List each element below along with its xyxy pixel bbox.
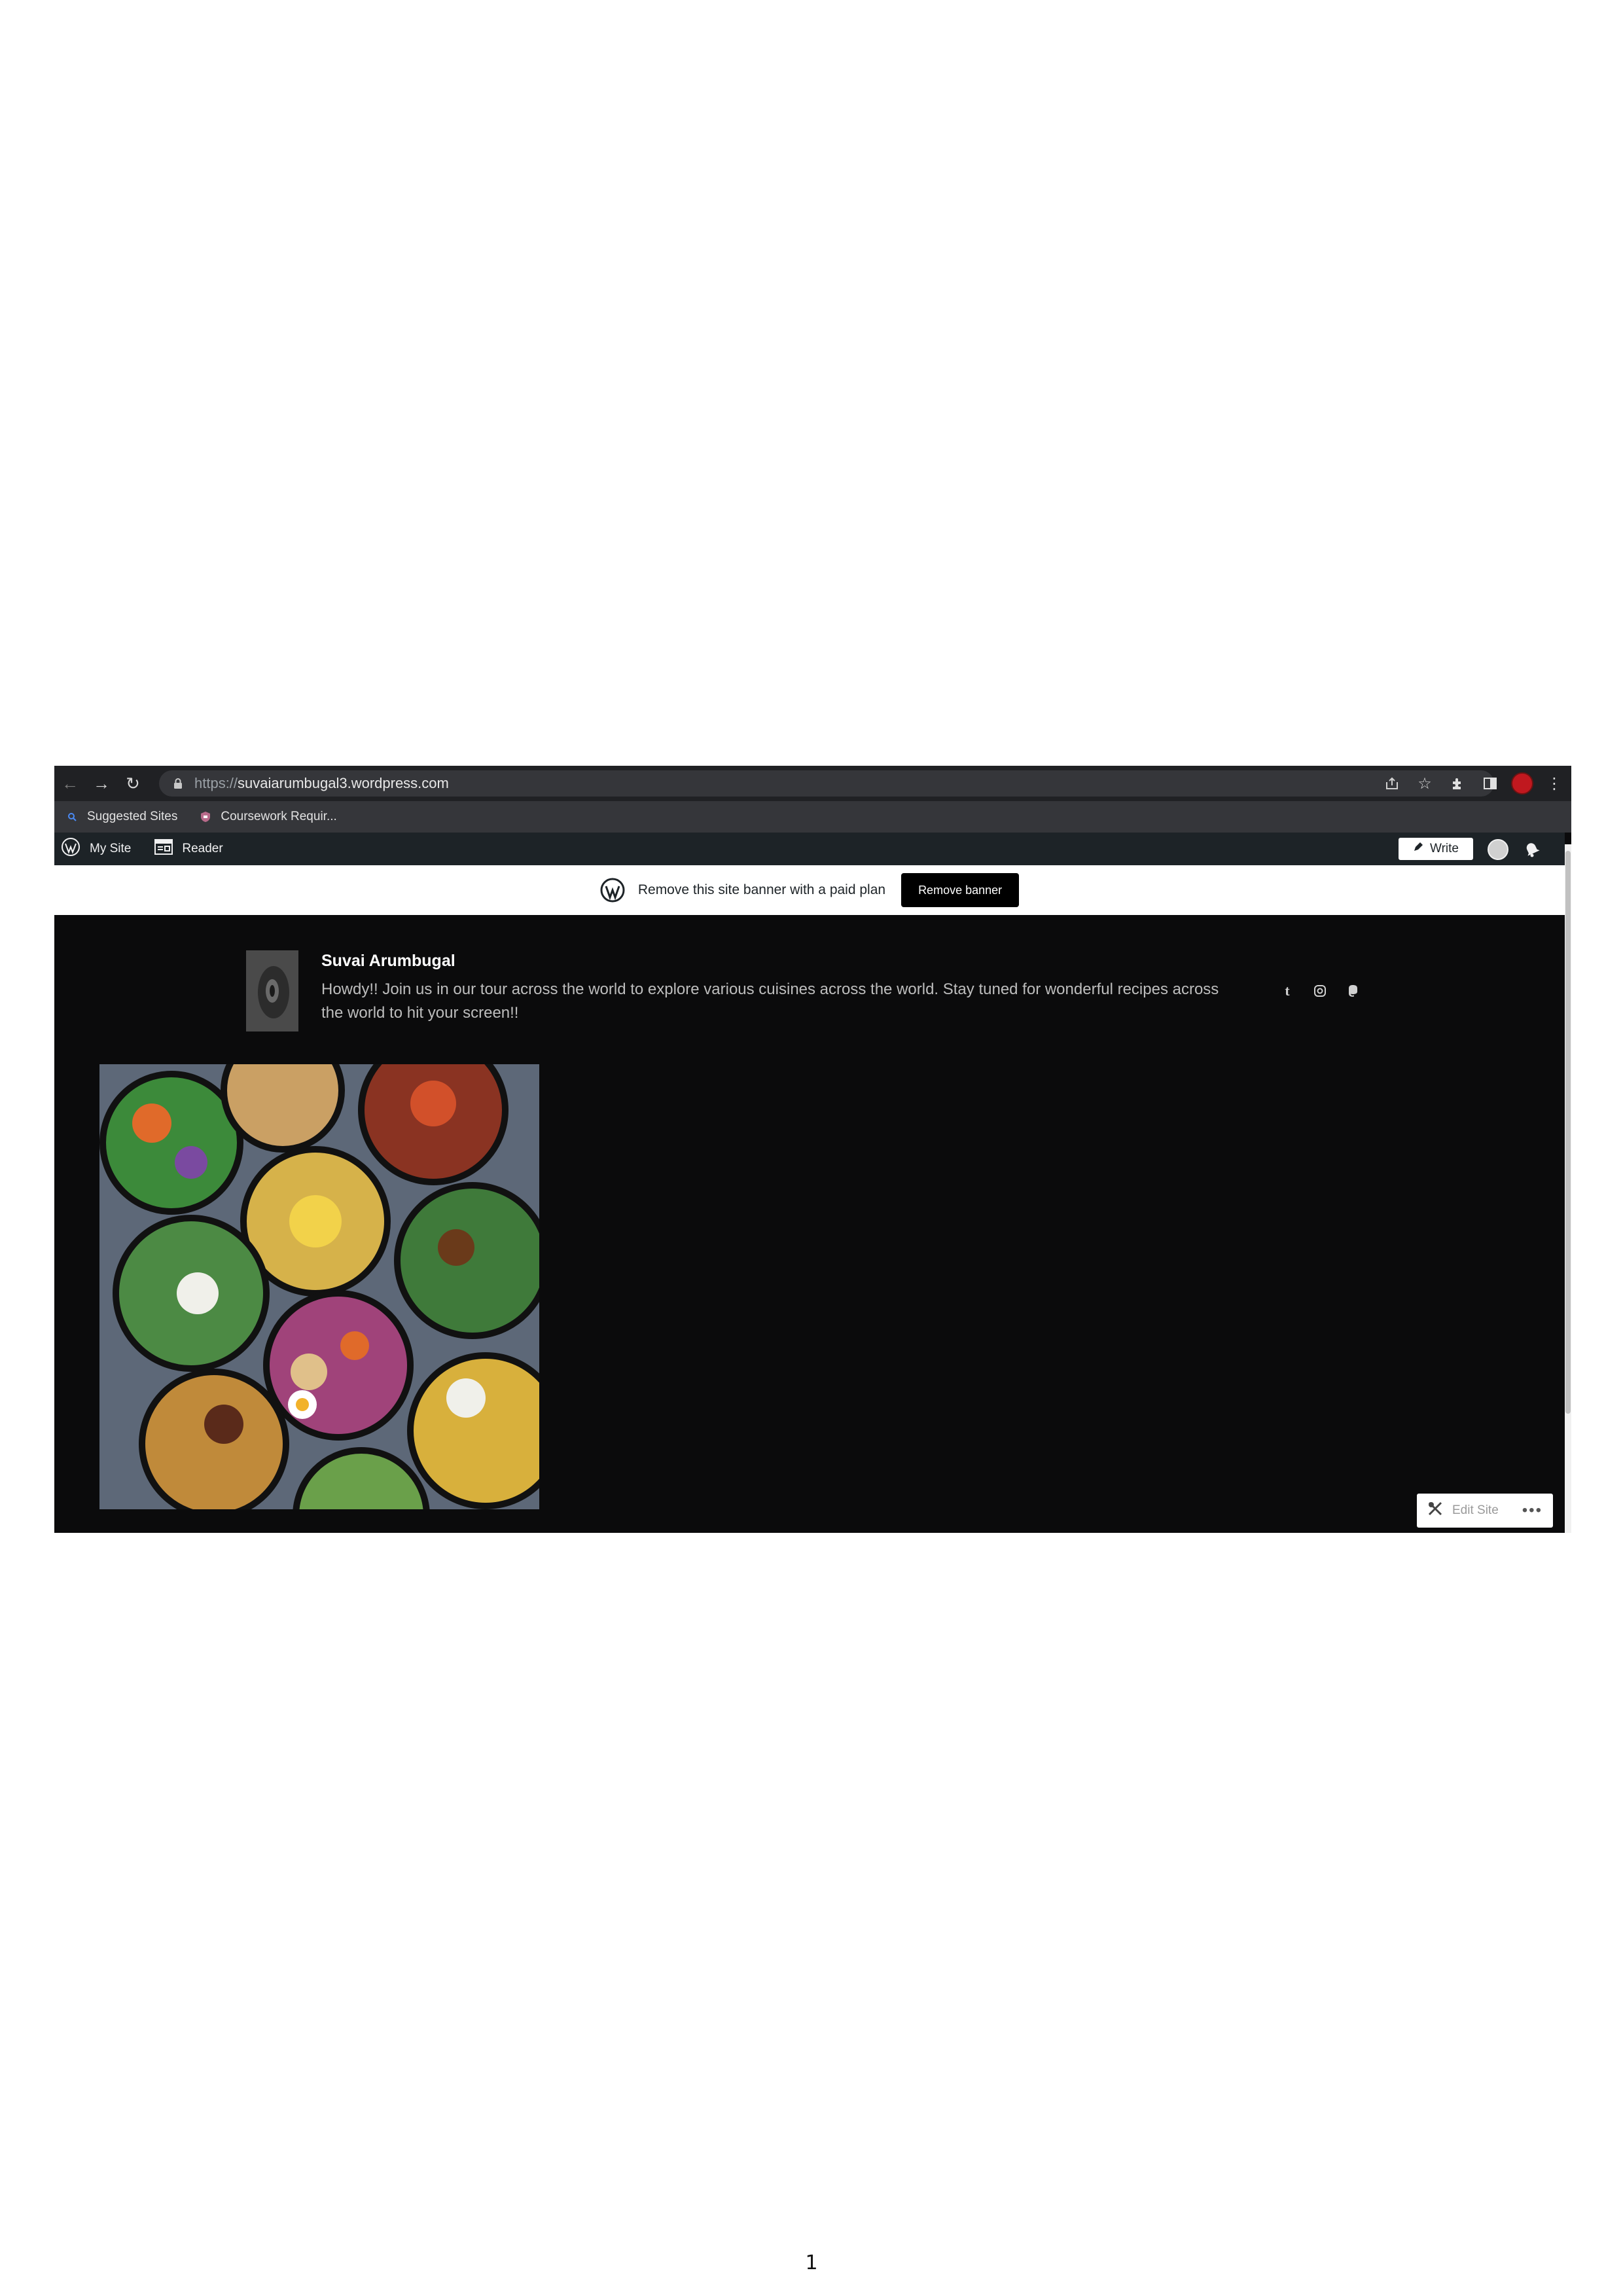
edit-site-label: Edit Site — [1452, 1503, 1499, 1517]
tumblr-icon[interactable]: t — [1278, 982, 1296, 1000]
pen-icon — [1413, 842, 1423, 856]
bookmark-coursework[interactable]: Coursework Requir... — [200, 810, 337, 824]
my-site-label: My Site — [90, 842, 132, 855]
edit-site-button[interactable]: Edit Site — [1427, 1501, 1499, 1520]
crest-icon — [200, 811, 211, 823]
reader-icon — [154, 839, 173, 859]
bookmark-suggested-sites[interactable]: Suggested Sites — [66, 810, 177, 824]
instagram-icon[interactable] — [1311, 982, 1329, 1000]
reload-icon[interactable]: ↻ — [117, 766, 149, 801]
lock-icon — [173, 778, 183, 789]
site-description: Howdy!! Join us in our tour across the w… — [321, 980, 1219, 1022]
share-icon[interactable] — [1380, 772, 1404, 795]
address-bar[interactable]: https://suvaiarumbugal3.wordpress.com — [159, 770, 1494, 797]
back-icon[interactable]: ← — [54, 766, 86, 801]
bookmark-star-icon[interactable]: ☆ — [1413, 772, 1436, 795]
my-site-link[interactable]: My Site — [61, 837, 131, 861]
search-globe-icon — [66, 811, 78, 823]
site-logo[interactable] — [246, 950, 298, 1031]
profile-avatar[interactable] — [1511, 772, 1533, 795]
page-scrollbar[interactable] — [1565, 844, 1571, 1533]
wordpress-logo-icon — [61, 837, 80, 861]
browser-menu-icon[interactable]: ⋮ — [1543, 772, 1566, 795]
reader-link[interactable]: Reader — [154, 839, 223, 859]
social-links: t — [1278, 982, 1362, 1000]
notifications-icon[interactable] — [1522, 839, 1543, 860]
featured-food-image[interactable] — [96, 1060, 543, 1513]
scrollbar-thumb[interactable] — [1565, 851, 1571, 1414]
site-title[interactable]: Suvai Arumbugal — [321, 952, 455, 971]
write-label: Write — [1430, 842, 1459, 855]
remove-banner-button[interactable]: Remove banner — [901, 873, 1020, 907]
tools-icon — [1427, 1501, 1443, 1520]
extensions-icon[interactable] — [1446, 772, 1469, 795]
browser-toolbar: ← → ↻ https://suvaiarumbugal3.wordpress.… — [54, 766, 1571, 801]
forward-icon[interactable]: → — [86, 766, 117, 801]
wp-admin-bar: My Site Reader Write — [54, 833, 1565, 865]
browser-screenshot: ← → ↻ https://suvaiarumbugal3.wordpress.… — [54, 766, 1571, 1533]
bookmark-label: Suggested Sites — [87, 810, 178, 823]
write-button[interactable]: Write — [1399, 838, 1473, 860]
wordpress-logo-icon — [600, 878, 625, 903]
banner-text: Remove this site banner with a paid plan — [637, 882, 886, 897]
mastodon-icon[interactable] — [1344, 982, 1362, 1000]
side-panel-icon[interactable] — [1478, 772, 1502, 795]
upgrade-banner: Remove this site banner with a paid plan… — [54, 865, 1565, 915]
url-text: https://suvaiarumbugal3.wordpress.com — [194, 775, 449, 791]
wp-user-avatar[interactable] — [1488, 839, 1508, 860]
reader-label: Reader — [182, 842, 223, 855]
page-number: 1 — [805, 2251, 818, 2274]
more-options-icon[interactable]: ••• — [1522, 1501, 1543, 1520]
edit-site-widget: Edit Site ••• — [1417, 1494, 1553, 1528]
bookmarks-bar: Suggested Sites Coursework Requir... — [54, 801, 1571, 833]
bookmark-label: Coursework Requir... — [221, 810, 337, 823]
